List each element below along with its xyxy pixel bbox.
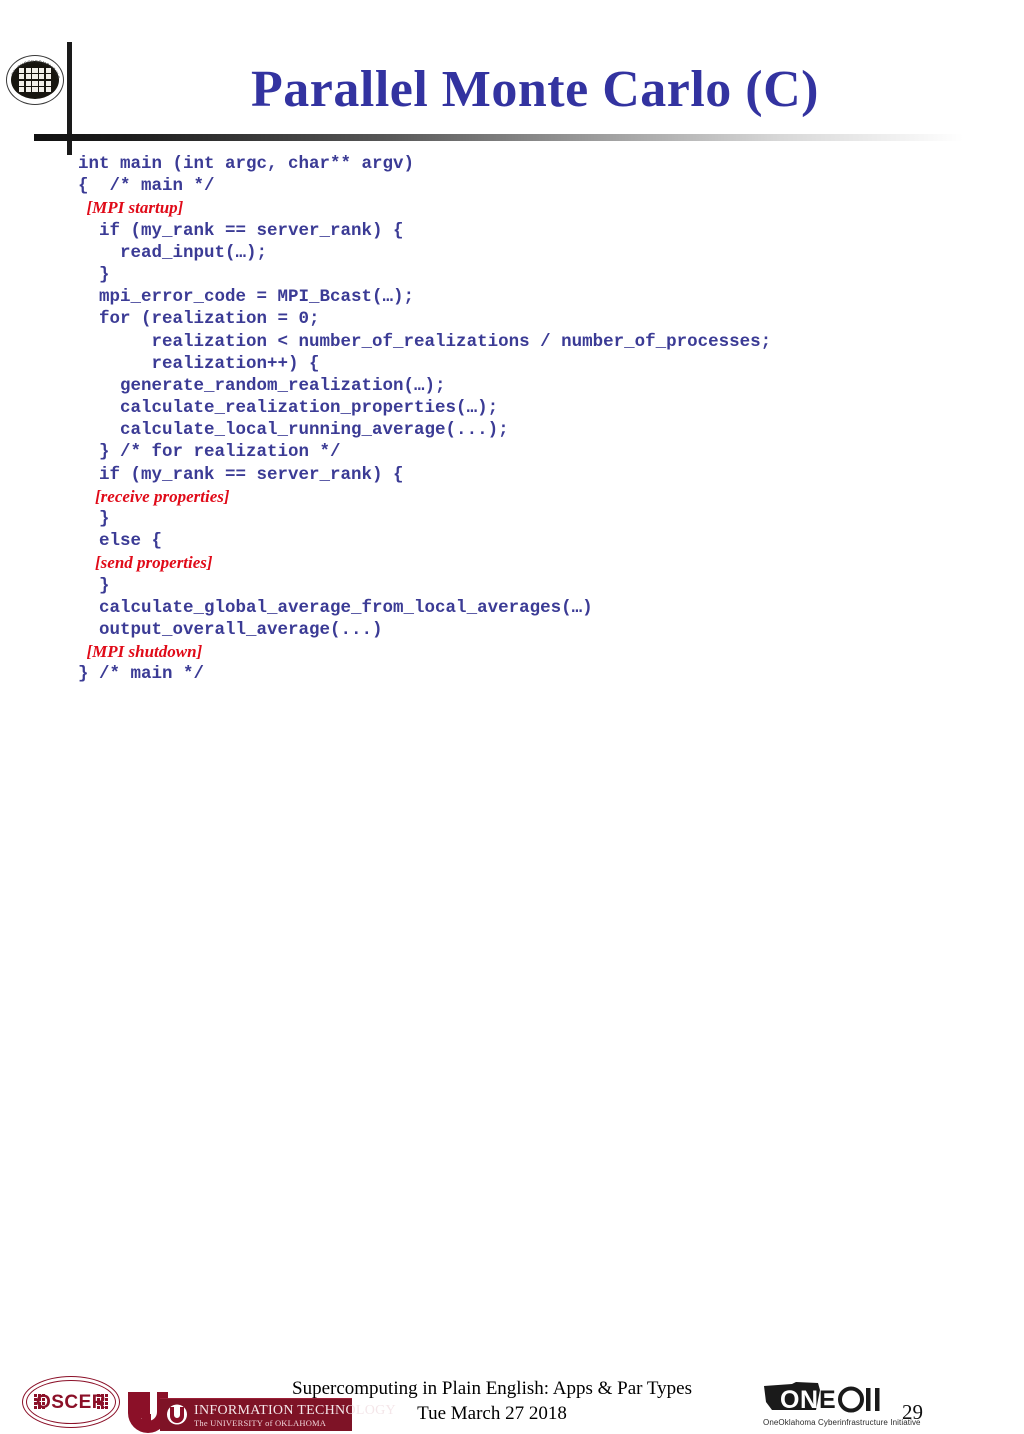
code-line: realization++) {: [78, 353, 320, 374]
code-line: int main (int argc, char** argv): [78, 154, 415, 174]
slide-number: 29: [902, 1400, 923, 1424]
oscer-logo-icon: OSCER: [22, 1376, 120, 1428]
oneocii-tagline: OneOklahoma Cyberinfrastructure Initiati…: [763, 1418, 921, 1427]
oneocii-wordmark-icon: ON E: [764, 1382, 880, 1414]
header-horizontal-rule: [34, 134, 992, 141]
code-line: for (realization = 0;: [78, 309, 320, 330]
code-line: output_overall_average(...): [78, 619, 383, 640]
seal-ring-text-icon: OU SUPERCOMPUTING CENTER: [6, 55, 61, 81]
svg-text:E: E: [819, 1386, 836, 1414]
code-line: calculate_realization_properties(…);: [78, 398, 499, 419]
footer-caption-line1: Supercomputing in Plain English: Apps & …: [292, 1378, 692, 1399]
slide-header: OU SUPERCOMPUTING CENTER Parallel Monte …: [0, 0, 1024, 156]
code-annotation-line: [MPI shutdown]: [78, 642, 203, 662]
page-title: Parallel Monte Carlo (C): [251, 61, 819, 118]
code-annotation-line: [receive properties]: [78, 486, 230, 506]
code-line: calculate_global_average_from_local_aver…: [78, 597, 593, 618]
code-line: }: [78, 509, 110, 529]
slide-footer: OSCER INFORMATION TECHNOLOGY The UNIVERS…: [0, 686, 1024, 1433]
code-line: calculate_local_running_average(...);: [78, 420, 509, 441]
code-line: if (my_rank == server_rank) {: [78, 464, 404, 485]
code-line: if (my_rank == server_rank) {: [78, 220, 404, 241]
code-line: read_input(…);: [78, 242, 268, 263]
code-line: realization < number_of_realizations / n…: [78, 331, 772, 352]
code-line: }: [78, 575, 110, 596]
oscer-wordmark: OSCER: [35, 1392, 107, 1413]
svg-text:OU SUPERCOMPUTING CENTER: OU SUPERCOMPUTING CENTER: [6, 55, 61, 81]
svg-text:ON: ON: [780, 1386, 819, 1414]
ou-mini-logo-icon: [167, 1404, 187, 1425]
code-line: mpi_error_code = MPI_Bcast(…);: [78, 287, 415, 308]
code-line: generate_random_realization(…);: [78, 375, 446, 396]
code-line: }: [78, 264, 110, 285]
code-block: int main (int argc, char** argv){ /* mai…: [78, 153, 1008, 686]
code-line: else {: [78, 531, 163, 552]
code-line: { /* main */: [78, 176, 215, 197]
oneocii-logo-icon: ON E OneOklahoma Cyberinfrastructure Ini…: [762, 1380, 921, 1430]
footer-caption-line2: Tue March 27 2018: [417, 1403, 567, 1424]
supercomputing-center-seal-icon: OU SUPERCOMPUTING CENTER: [6, 55, 64, 105]
code-annotation-line: [send properties]: [78, 553, 213, 573]
code-line: } /* for realization */: [78, 442, 341, 463]
footer-caption: Supercomputing in Plain English: Apps & …: [230, 1376, 754, 1426]
code-line: } /* main */: [78, 664, 205, 685]
code-annotation-line: [MPI startup]: [78, 198, 184, 218]
